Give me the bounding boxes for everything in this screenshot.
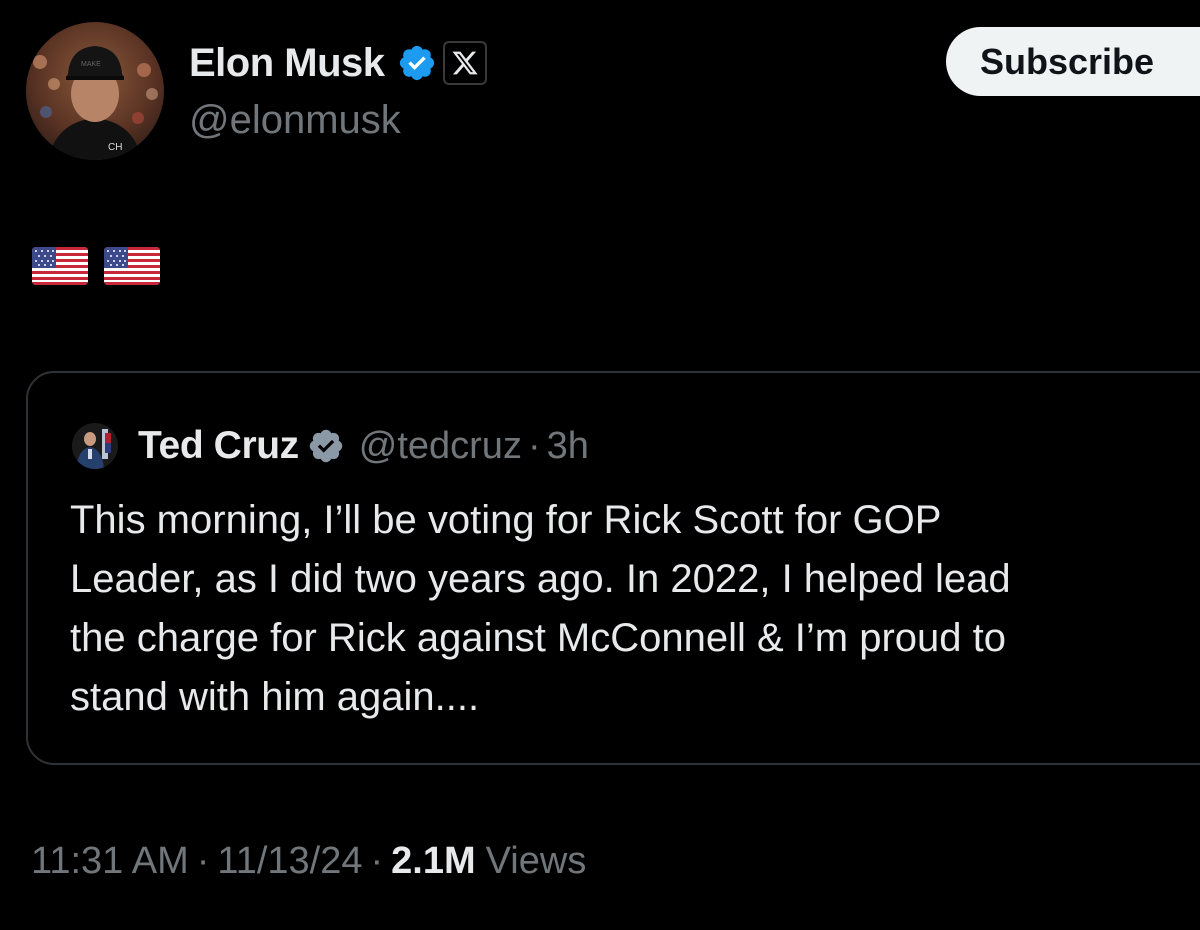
quote-header: Ted Cruz @tedcruz · 3h [72,421,589,471]
quote-post-card[interactable]: Ted Cruz @tedcruz · 3h This morning, I’l… [26,371,1200,765]
separator-dot: · [527,424,541,467]
post-date[interactable]: 11/13/24 [217,840,362,883]
quote-text: This morning, I’ll be voting for Rick Sc… [70,498,1011,719]
quote-author-avatar[interactable] [72,423,118,469]
separator-dot: · [196,840,210,882]
quote-author-name[interactable]: Ted Cruz [138,424,299,468]
verified-badge-icon[interactable] [307,427,345,465]
author-name-row: Elon Musk [189,38,487,88]
subscribe-button[interactable]: Subscribe [946,27,1200,96]
author-handle[interactable]: @elonmusk [189,98,401,143]
post-metadata: 11:31 AM · 11/13/24 · 2.1M Views [31,840,586,883]
us-flag-emoji [32,247,88,285]
views-count[interactable]: 2.1M [391,840,475,883]
us-flag-emoji [104,247,160,285]
tweet-text [32,247,160,285]
post-time[interactable]: 11:31 AM [31,840,189,883]
author-name[interactable]: Elon Musk [189,41,385,86]
post-view: CH MAKE Elon Musk @elonmusk Subscribe Te… [0,0,1200,930]
views-label: Views [485,840,587,882]
svg-text:MAKE: MAKE [81,61,101,68]
quote-timestamp[interactable]: 3h [547,425,589,468]
separator-dot: · [370,840,384,882]
svg-text:CH: CH [108,142,122,153]
author-avatar[interactable]: CH MAKE [26,22,164,160]
x-logo-icon[interactable] [442,41,487,85]
verified-badge-icon[interactable] [397,43,437,83]
quote-author-handle[interactable]: @tedcruz [359,425,522,468]
